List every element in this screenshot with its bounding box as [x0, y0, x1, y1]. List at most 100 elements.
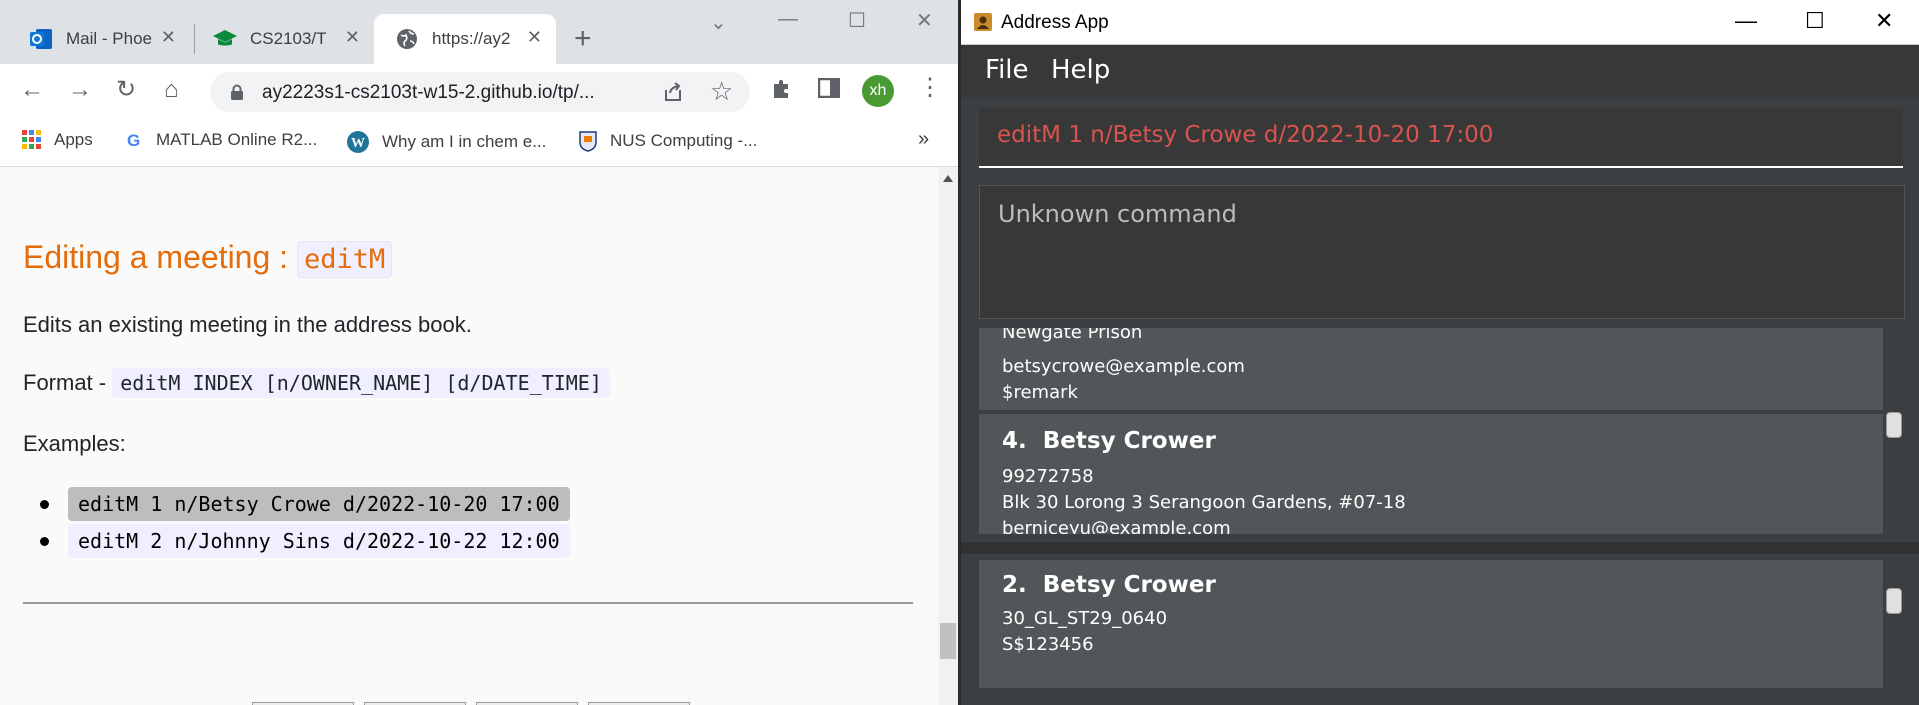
- browser-window: Mail - Phoe ✕ CS2103/T ✕ https://ay2 ✕ +…: [0, 0, 958, 705]
- extensions-icon[interactable]: [770, 76, 794, 105]
- tab-label: CS2103/T: [250, 29, 327, 48]
- person-email: berniceyu@example.com: [1002, 518, 1231, 534]
- result-text: Unknown command: [998, 200, 1237, 228]
- list-bullet: [40, 500, 49, 509]
- person-address: Blk 30 Lorong 3 Serangoon Gardens, #07-1…: [1002, 492, 1406, 513]
- meeting-list-scrollbar-thumb[interactable]: [1886, 588, 1902, 614]
- meeting-detail: 30_GL_ST29_0640: [1002, 608, 1168, 629]
- tab-label: https://ay2: [432, 29, 511, 48]
- scrollbar-thumb[interactable]: [940, 623, 956, 659]
- browser-toolbar: ← → ↻ ⌂ ay2223s1-cs2103t-w15-2.github.io…: [0, 64, 958, 118]
- app-title-bar: Address App — ☐ ✕: [961, 0, 1919, 45]
- app-title: Address App: [1001, 12, 1109, 33]
- bookmark-label: NUS Computing -...: [610, 131, 758, 150]
- scroll-up-icon[interactable]: [943, 175, 953, 182]
- tab-active-page[interactable]: https://ay2 ✕: [374, 14, 556, 64]
- nus-crest-icon: [578, 130, 598, 152]
- address-app-window: Address App — ☐ ✕ File Help editM 1 n/Be…: [961, 0, 1919, 705]
- tab-search-icon[interactable]: ⌄: [710, 10, 727, 35]
- bookmark-label: Why am I in chem e...: [382, 132, 547, 151]
- minimize-icon[interactable]: —: [1735, 8, 1757, 34]
- meeting-list-panel: 2. Betsy Crower 30_GL_ST29_0640 S$123456: [979, 560, 1883, 705]
- minimize-icon[interactable]: —: [778, 8, 798, 31]
- example-code-1: editM 1 n/Betsy Crowe d/2022-10-20 17:00: [68, 487, 570, 521]
- share-icon[interactable]: [662, 81, 684, 108]
- format-label: Format -: [23, 370, 113, 395]
- address-book-icon: [973, 12, 993, 32]
- svg-text:W: W: [351, 136, 365, 151]
- reload-icon[interactable]: ↻: [116, 78, 136, 102]
- bookmark-matlab[interactable]: G MATLAB Online R2...: [126, 130, 317, 150]
- person-remark: $remark: [1002, 382, 1078, 403]
- url-text: ay2223s1-cs2103t-w15-2.github.io/tp/...: [262, 82, 595, 103]
- close-tab-icon[interactable]: ✕: [527, 27, 542, 48]
- globe-icon: [394, 26, 420, 52]
- side-panel-icon[interactable]: [817, 77, 841, 103]
- person-list-scrollbar-thumb[interactable]: [1886, 412, 1902, 438]
- close-window-icon[interactable]: ✕: [916, 8, 933, 33]
- maximize-icon[interactable]: ☐: [1805, 8, 1825, 34]
- meeting-index-name: 2. Betsy Crower: [1002, 572, 1216, 598]
- outlook-icon: [28, 26, 54, 52]
- panel-divider: [961, 542, 1919, 554]
- person-card[interactable]: 4. Betsy Crower 99272758 Blk 30 Lorong 3…: [979, 414, 1883, 534]
- lock-icon: [230, 84, 244, 106]
- forward-icon[interactable]: →: [68, 78, 92, 102]
- bookmarks-overflow-icon[interactable]: »: [918, 128, 929, 151]
- bookmark-star-icon[interactable]: ☆: [710, 76, 733, 107]
- person-index-name: 4. Betsy Crower: [1002, 428, 1216, 454]
- apps-grid-icon: [22, 130, 42, 150]
- heading-code: editM: [296, 241, 393, 278]
- format-line: Format - editM INDEX [n/OWNER_NAME] [d/D…: [23, 368, 610, 398]
- menu-dots-icon[interactable]: ⋮: [918, 76, 942, 100]
- app-menu-bar: File Help: [961, 45, 1919, 97]
- result-display: Unknown command: [979, 185, 1905, 319]
- tab-label: Mail - Phoe: [66, 29, 152, 48]
- command-input[interactable]: editM 1 n/Betsy Crowe d/2022-10-20 17:00: [979, 108, 1903, 168]
- tab-strip: Mail - Phoe ✕ CS2103/T ✕ https://ay2 ✕ +…: [0, 0, 958, 64]
- example-code-2: editM 2 n/Johnny Sins d/2022-10-22 12:00: [68, 524, 570, 558]
- meeting-detail: S$123456: [1002, 634, 1094, 655]
- person-index: 4.: [1002, 428, 1027, 454]
- google-icon: G: [126, 131, 144, 149]
- person-card-partial[interactable]: Newgate Prison betsycrowe@example.com $r…: [979, 328, 1883, 410]
- person-phone: 99272758: [1002, 466, 1094, 487]
- person-email: betsycrowe@example.com: [1002, 356, 1245, 377]
- bookmark-chem[interactable]: W Why am I in chem e...: [346, 130, 546, 154]
- page-scrollbar[interactable]: [938, 167, 958, 705]
- documentation-page: Editing a meeting : editM Edits an exist…: [0, 167, 938, 705]
- new-tab-button[interactable]: +: [574, 22, 592, 56]
- bookmark-apps[interactable]: Apps: [22, 130, 93, 150]
- close-tab-icon[interactable]: ✕: [161, 27, 176, 48]
- command-text: editM 1 n/Betsy Crowe d/2022-10-20 17:00: [997, 122, 1494, 148]
- wordpress-icon: W: [346, 130, 370, 154]
- profile-avatar[interactable]: xh: [862, 75, 894, 107]
- bookmark-label: MATLAB Online R2...: [156, 130, 318, 149]
- person-name: Betsy Crower: [1042, 428, 1216, 454]
- horizontal-rule: [23, 602, 913, 604]
- back-icon[interactable]: ←: [20, 78, 44, 102]
- maximize-icon[interactable]: ☐: [848, 8, 866, 33]
- tab-cs2103[interactable]: CS2103/T ✕: [184, 14, 374, 64]
- person-address: Newgate Prison: [1002, 328, 1143, 343]
- examples-label: Examples:: [23, 431, 126, 456]
- address-bar[interactable]: ay2223s1-cs2103t-w15-2.github.io/tp/... …: [210, 72, 750, 112]
- list-bullet: [40, 537, 49, 546]
- close-window-icon[interactable]: ✕: [1875, 8, 1893, 34]
- home-icon[interactable]: ⌂: [164, 78, 179, 102]
- heading-text: Editing a meeting :: [23, 239, 297, 275]
- menu-file[interactable]: File: [985, 55, 1029, 85]
- format-code: editM INDEX [n/OWNER_NAME] [d/DATE_TIME]: [112, 368, 610, 398]
- menu-help[interactable]: Help: [1051, 55, 1110, 85]
- bookmarks-bar: Apps G MATLAB Online R2... W Why am I in…: [0, 118, 958, 167]
- description-text: Edits an existing meeting in the address…: [23, 312, 472, 337]
- svg-text:G: G: [127, 131, 140, 149]
- section-heading: Editing a meeting : editM: [23, 239, 393, 278]
- meeting-card[interactable]: 2. Betsy Crower 30_GL_ST29_0640 S$123456: [979, 560, 1883, 688]
- tab-mail[interactable]: Mail - Phoe ✕: [0, 14, 190, 64]
- bookmark-nus[interactable]: NUS Computing -...: [578, 130, 757, 152]
- bookmark-label: Apps: [54, 130, 93, 149]
- close-tab-icon[interactable]: ✕: [345, 27, 360, 48]
- graduation-cap-icon: [212, 26, 238, 52]
- meeting-index: 2.: [1002, 572, 1027, 598]
